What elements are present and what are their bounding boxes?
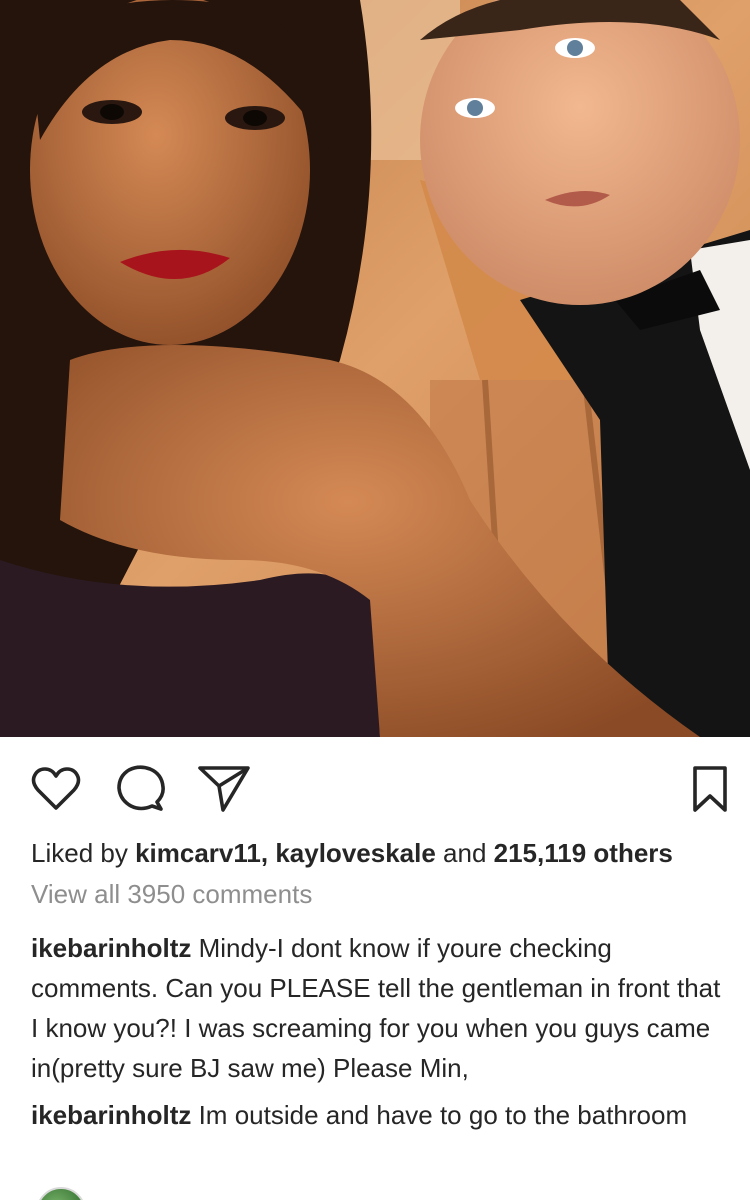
comment-username[interactable]: ikebarinholtz: [31, 933, 191, 963]
instagram-post: Liked by kimcarv11, kayloveskale and 215…: [0, 0, 750, 1200]
heart-icon: [31, 767, 81, 810]
liked-user-link[interactable]: kayloveskale: [275, 838, 435, 868]
send-icon: [198, 766, 250, 812]
view-all-comments-link[interactable]: View all 3950 comments: [31, 876, 312, 912]
comment-button[interactable]: [113, 761, 169, 817]
save-button[interactable]: [682, 761, 738, 817]
comment-username[interactable]: ikebarinholtz: [31, 1100, 191, 1130]
share-button[interactable]: [196, 761, 252, 817]
likes-summary: Liked by kimcarv11, kayloveskale and 215…: [31, 835, 741, 871]
bookmark-icon: [693, 766, 727, 812]
liked-separator: ,: [260, 838, 276, 868]
liked-count-link[interactable]: 215,119 others: [494, 838, 673, 868]
like-button[interactable]: [28, 761, 84, 817]
comment: ikebarinholtz Mindy-I dont know if youre…: [31, 928, 731, 1088]
comment-icon: [117, 765, 165, 811]
comment-text: Im outside and have to go to the bathroo…: [191, 1100, 688, 1130]
selfie-illustration: [0, 0, 750, 737]
post-action-bar: [0, 755, 750, 819]
liked-user-link[interactable]: kimcarv11: [135, 838, 261, 868]
post-photo[interactable]: [0, 0, 750, 737]
comment: ikebarinholtz Im outside and have to go …: [31, 1095, 731, 1135]
avatar[interactable]: [36, 1187, 86, 1200]
liked-by-prefix: Liked by: [31, 838, 136, 868]
liked-and: and: [435, 838, 494, 868]
